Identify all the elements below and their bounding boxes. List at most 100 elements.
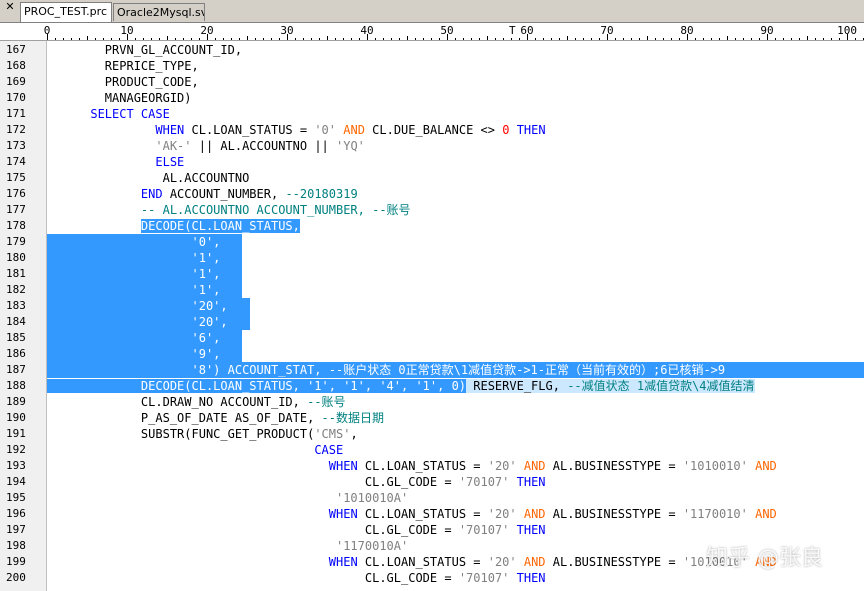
code-line[interactable]: PRODUCT_CODE,: [47, 74, 199, 90]
code-line[interactable]: '1170010A': [47, 538, 408, 554]
line-number: 193: [6, 459, 26, 472]
ruler-label: 70: [600, 24, 614, 37]
code-token: AL.BUSINESSTYPE =: [545, 459, 683, 473]
code-editor[interactable]: PRVN_GL_ACCOUNT_ID, REPRICE_TYPE, PRODUC…: [47, 41, 864, 591]
ruler-label: 50: [440, 24, 454, 37]
code-token: RESERVE_FLG,: [466, 379, 568, 393]
code-line[interactable]: CL.GL_CODE = '70107' THEN: [47, 474, 546, 490]
code-token: AND: [755, 459, 777, 473]
code-line[interactable]: '6',: [47, 330, 864, 346]
code-line[interactable]: WHEN CL.LOAN_STATUS = '20' AND AL.BUSINE…: [47, 506, 777, 522]
code-line[interactable]: CASE: [47, 442, 343, 458]
code-line[interactable]: '0',: [47, 234, 864, 250]
code-token: --减值状态 1减值贷款\4减值结清: [567, 379, 755, 393]
code-token: AND: [343, 123, 365, 137]
code-line[interactable]: '1',: [47, 266, 864, 282]
code-token: AND: [523, 555, 546, 569]
line-number: 185: [6, 331, 26, 344]
ruler-label: 60: [520, 24, 534, 37]
code-token: PRODUCT_CODE,: [47, 75, 199, 89]
code-token: WHEN: [328, 459, 358, 473]
code-line[interactable]: DECODE(CL.LOAN_STATUS, '1', '1', '4', '1…: [47, 378, 755, 394]
tab-proc-test[interactable]: PROC_TEST.prc: [20, 2, 112, 22]
line-number: 171: [6, 107, 26, 120]
line-number: 176: [6, 187, 26, 200]
line-number: 198: [6, 539, 26, 552]
code-line[interactable]: '1',: [47, 250, 864, 266]
code-token: END: [140, 187, 163, 201]
line-number: 199: [6, 555, 26, 568]
code-line[interactable]: '1',: [47, 282, 864, 298]
code-token: '70107': [458, 523, 510, 537]
code-line[interactable]: '20',: [47, 314, 864, 330]
code-token: || AL.ACCOUNTNO ||: [191, 139, 336, 153]
code-line[interactable]: ELSE: [47, 154, 184, 170]
code-line[interactable]: '1010010A': [47, 490, 408, 506]
code-line[interactable]: -- AL.ACCOUNTNO ACCOUNT_NUMBER, --账号: [47, 202, 411, 218]
code-token: THEN: [516, 475, 546, 489]
code-line[interactable]: WHEN CL.LOAN_STATUS = '20' AND AL.BUSINE…: [47, 458, 777, 474]
code-line[interactable]: MANAGEORGID): [47, 90, 192, 106]
line-number: 182: [6, 283, 26, 296]
code-token: '0',: [47, 235, 221, 249]
ruler-label: 10: [120, 24, 134, 37]
code-token: '9',: [47, 347, 221, 361]
line-number: 191: [6, 427, 26, 440]
code-line[interactable]: SELECT CASE: [47, 106, 170, 122]
line-number: 190: [6, 411, 26, 424]
ruler-label: 30: [280, 24, 294, 37]
code-token: CL.LOAN_STATUS =: [357, 555, 488, 569]
line-number: 186: [6, 347, 26, 360]
code-line[interactable]: '20',: [47, 298, 864, 314]
code-token: CL.LOAN_STATUS =: [184, 123, 315, 137]
code-line[interactable]: CL.GL_CODE = '70107' THEN: [47, 522, 546, 538]
ruler-label: 90: [760, 24, 774, 37]
code-token: --账号: [307, 395, 346, 409]
code-token: '20': [487, 507, 517, 521]
code-line[interactable]: P_AS_OF_DATE AS_OF_DATE, --数据日期: [47, 410, 384, 426]
code-token: AL.BUSINESSTYPE =: [545, 555, 683, 569]
code-line[interactable]: CL.DRAW_NO ACCOUNT_ID, --账号: [47, 394, 346, 410]
line-number: 184: [6, 315, 26, 328]
line-number: 167: [6, 43, 26, 56]
code-token: SELECT CASE: [90, 107, 170, 121]
code-line[interactable]: WHEN CL.LOAN_STATUS = '20' AND AL.BUSINE…: [47, 554, 777, 570]
code-line[interactable]: END ACCOUNT_NUMBER, --20180319: [47, 186, 358, 202]
line-number: 168: [6, 59, 26, 72]
code-line[interactable]: 'AK-' || AL.ACCOUNTNO || 'YQ': [47, 138, 365, 154]
code-line[interactable]: WHEN CL.LOAN_STATUS = '0' AND CL.DUE_BAL…: [47, 122, 545, 138]
code-line[interactable]: PRVN_GL_ACCOUNT_ID,: [47, 42, 242, 58]
code-token: -- AL.ACCOUNTNO ACCOUNT_NUMBER, --账号: [140, 203, 411, 217]
line-number: 187: [6, 363, 26, 376]
ruler-label: 100: [837, 24, 857, 37]
code-line[interactable]: '9',: [47, 346, 864, 362]
code-token: PRVN_GL_ACCOUNT_ID,: [47, 43, 243, 57]
line-number: 188: [6, 379, 26, 392]
ruler-label: 20: [200, 24, 214, 37]
code-token: CASE: [314, 443, 344, 457]
code-token: '0': [314, 123, 337, 137]
code-line[interactable]: REPRICE_TYPE,: [47, 58, 199, 74]
code-token: ACCOUNT_NUMBER,: [162, 187, 286, 201]
code-line[interactable]: CL.GL_CODE = '70107' THEN: [47, 570, 546, 586]
line-number: 173: [6, 139, 26, 152]
code-line[interactable]: DECODE(CL.LOAN_STATUS,: [47, 218, 300, 234]
line-number-gutter: 167 168 169 170 171 172 173 174 175 176 177 178 179 1…: [0, 41, 47, 591]
ruler-label: 80: [680, 24, 694, 37]
code-token: --数据日期: [321, 411, 384, 425]
code-line[interactable]: AL.ACCOUNTNO: [47, 170, 250, 186]
tab-oracle2mysql[interactable]: Oracle2Mysql.svn: [113, 3, 205, 21]
code-token: CL.DRAW_NO ACCOUNT_ID,: [47, 395, 308, 409]
code-token: '20': [487, 459, 517, 473]
code-line[interactable]: '8') ACCOUNT_STAT, --账户状态 0正常贷款\1减值贷款->1…: [47, 362, 864, 378]
code-line[interactable]: SUBSTR(FUNC_GET_PRODUCT('CMS',: [47, 426, 358, 442]
code-token: CL.DUE_BALANCE <>: [364, 123, 503, 137]
x-icon[interactable]: ✕: [4, 1, 16, 15]
